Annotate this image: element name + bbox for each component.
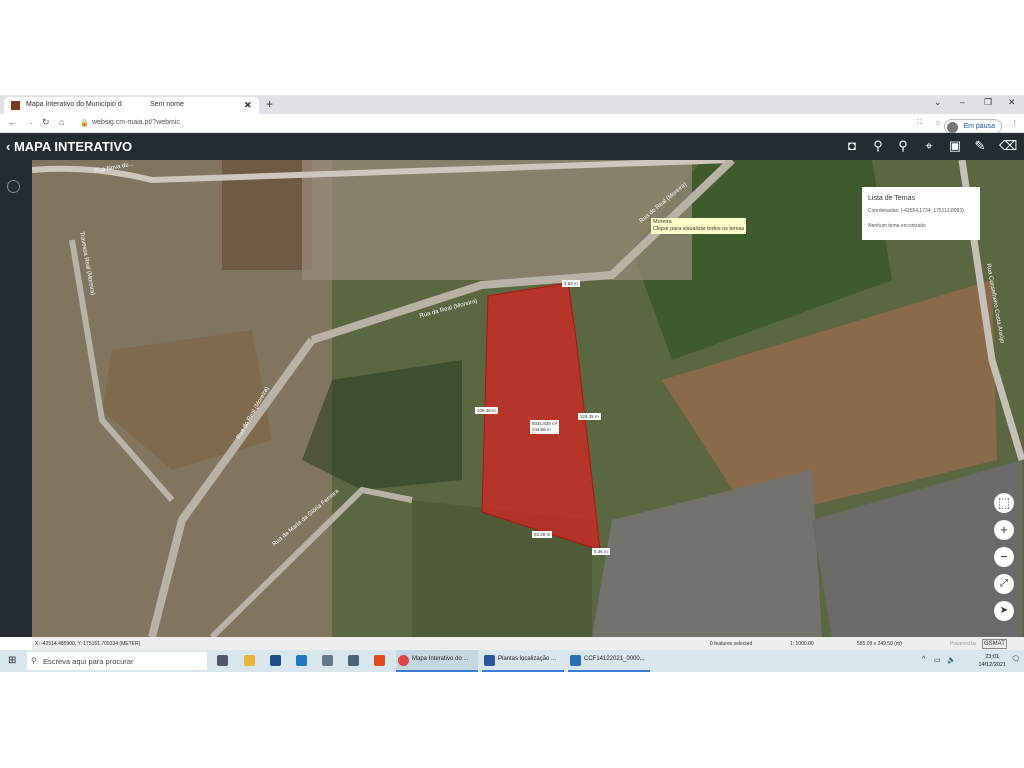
locate-icon[interactable]: ⌖ <box>922 139 936 153</box>
taskbar-clock[interactable]: 23:01 14/12/2021 <box>978 653 1006 669</box>
pencil-icon[interactable]: ✎ <box>973 139 987 153</box>
camera-icon[interactable] <box>322 655 333 666</box>
search-icon: ⚲ <box>31 656 37 665</box>
clock-time: 23:01 <box>985 654 1000 660</box>
image-icon[interactable]: ▣ <box>948 139 962 153</box>
store-icon[interactable] <box>270 655 281 666</box>
taskbar-app-word[interactable]: Plantas localização ... <box>482 650 564 672</box>
photos-icon <box>570 655 581 666</box>
back-icon[interactable]: ← <box>8 117 17 127</box>
translate-icon[interactable]: ⛶ <box>917 119 922 127</box>
app-label: Mapa Interativo do ... <box>412 656 469 662</box>
new-tab-button[interactable]: + <box>266 97 273 111</box>
box-select-button[interactable]: ⬚ <box>994 493 1014 513</box>
app-header: ‹ MAPA INTERATIVO ◘ ⚲ ⚲ ⌖ ▣ ✎ ⌫ <box>0 133 1024 160</box>
map-canvas[interactable]: 2.53 m 109.48 m 8021.838 m² 244.86 m 124.… <box>32 160 1024 637</box>
perimeter-value: 244.86 m <box>532 427 551 432</box>
reload-icon[interactable]: ↻ <box>42 117 50 128</box>
calculator-icon[interactable] <box>348 655 359 666</box>
restore-button[interactable]: ❐ <box>984 97 992 108</box>
browser-tab-bar: Mapa Interativo do Município d ✕ Sem nome… <box>0 95 1024 114</box>
tray-chevron-icon[interactable]: ^ <box>922 656 925 663</box>
tab-label: Mapa Interativo do Município d <box>26 101 122 108</box>
page-title: MAPA INTERATIVO <box>13 139 133 154</box>
gsmat-logo: GSMAT <box>982 639 1007 649</box>
word-icon <box>484 655 495 666</box>
volume-icon[interactable]: 🔈 <box>947 656 956 664</box>
popup-title: Lista de Temas <box>868 195 915 202</box>
edge-length-label: 2.53 m <box>562 280 580 287</box>
popup-message: Nenhum tema encontrado <box>868 223 926 229</box>
network-icon[interactable]: ▭ <box>934 656 941 664</box>
screenshot: Mapa Interativo do Município d ✕ Sem nome… <box>0 95 1024 672</box>
powered-by: Powered by <box>950 641 977 647</box>
address-bar: ← → ↻ ⌂ 🔒 websig.cm-maia.pt/?webmic ⛶ ☆ … <box>0 114 1024 134</box>
taskbar-search-input[interactable]: ⚲ Escreva aqui para procurar <box>27 652 207 670</box>
taskbar-app-photos[interactable]: CCF14122021_0000... <box>568 650 650 672</box>
app-label: Plantas localização ... <box>498 656 557 662</box>
popup-coordinates: Coordenadas: (-42554.1734; 175113.8093) <box>868 208 964 214</box>
taskbar-app-chrome[interactable]: Mapa Interativo do ... <box>396 650 478 672</box>
features-selected: 0 features selected <box>710 641 753 647</box>
profile-button[interactable]: Em pausa <box>944 119 1002 134</box>
tooltip-place: Moreira <box>653 219 672 225</box>
zoom-out-button[interactable]: − <box>994 547 1014 567</box>
pointer-tool-button[interactable]: ➤ <box>994 601 1014 621</box>
url-field[interactable]: websig.cm-maia.pt/?webmic <box>92 119 180 126</box>
close-tab-icon[interactable]: ✕ <box>244 100 252 111</box>
avatar <box>947 122 959 133</box>
minimize-button[interactable]: – <box>960 97 965 107</box>
eraser-icon[interactable]: ⌫ <box>999 139 1017 153</box>
menu-kebab-icon[interactable]: ⋮ <box>1011 119 1018 127</box>
lock-icon: 🔒 <box>80 120 89 127</box>
edge-length-label: 109.48 m <box>475 407 498 414</box>
status-bar: X: -42514.485900, Y: 175151.709334 (METE… <box>32 637 1024 650</box>
tab-sem-nome[interactable]: Sem nome ✕ <box>140 97 260 114</box>
search-placeholder: Escreva aqui para procurar <box>43 657 134 666</box>
area-label: 8021.838 m² 244.86 m <box>530 420 560 434</box>
task-view-icon[interactable] <box>217 655 228 666</box>
clock-date: 14/12/2021 <box>978 662 1006 668</box>
chrome-icon <box>398 655 409 666</box>
back-to-app-button[interactable]: ‹ MAPA INTERATIVO <box>6 139 132 154</box>
windows-taskbar: ⊞ ⚲ Escreva aqui para procurar Mapa Inter… <box>0 650 1024 672</box>
bookmark-star-icon[interactable]: ☆ <box>935 119 941 127</box>
site-favicon <box>11 101 20 110</box>
cursor-coordinates: X: -42514.485900, Y: 175151.709334 (METE… <box>35 641 141 647</box>
zoom-in-icon[interactable]: ⚲ <box>871 139 885 153</box>
map-tooltip: Moreira Clique para visualizar todos os t… <box>651 218 747 234</box>
full-extent-button[interactable]: ⤢ <box>994 574 1014 594</box>
themes-popup: Lista de Temas Coordenadas: (-42554.1734… <box>862 187 980 240</box>
app-label: CCF14122021_0000... <box>584 656 645 662</box>
tab-search-icon[interactable]: ⌄ <box>934 97 942 108</box>
edge-length-label: 92.28 m <box>532 531 553 538</box>
map-extent: 585.09 x 249.50 (m) <box>857 641 902 647</box>
office-icon[interactable] <box>374 655 385 666</box>
zoom-in-button[interactable]: + <box>994 520 1014 540</box>
file-explorer-icon[interactable] <box>244 655 255 666</box>
zoom-out-icon[interactable]: ⚲ <box>896 139 910 153</box>
windows-start-icon[interactable]: ⊞ <box>8 655 16 666</box>
compass-icon[interactable] <box>7 180 20 193</box>
notifications-icon[interactable]: 🗨 <box>1011 655 1020 663</box>
profile-label: Em pausa <box>963 123 995 130</box>
area-value: 8021.838 m² <box>532 421 558 426</box>
forward-icon[interactable]: → <box>25 117 34 127</box>
tooltip-hint[interactable]: Clique para visualizar todos os temas <box>653 226 744 233</box>
edge-length-label: 5.36 m <box>592 548 610 555</box>
edge-length-label: 124.35 m <box>578 413 601 420</box>
tab-label: Sem nome <box>150 101 184 108</box>
map-scale[interactable]: 1: 1000.00 <box>790 641 814 647</box>
left-sidebar <box>0 160 32 637</box>
mail-icon[interactable] <box>296 655 307 666</box>
close-window-button[interactable]: ✕ <box>1008 97 1016 108</box>
layers-icon[interactable]: ◘ <box>845 139 859 153</box>
home-icon[interactable]: ⌂ <box>59 117 64 127</box>
